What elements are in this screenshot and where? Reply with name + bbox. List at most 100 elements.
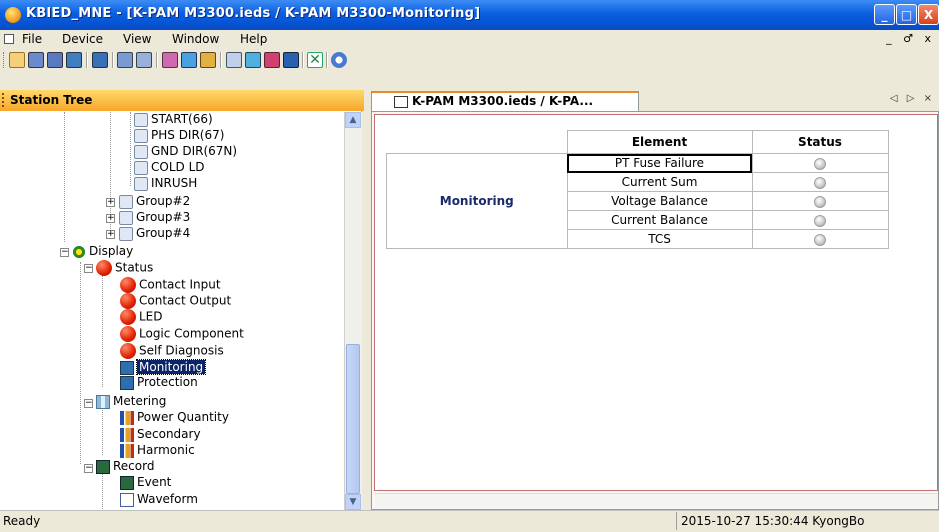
form-icon[interactable] [226,52,242,68]
tree-node-protection[interactable]: Protection [120,375,198,391]
read-icon[interactable] [162,52,178,68]
scroll-thumb[interactable] [346,344,360,494]
status-cell [751,191,889,211]
export-icon[interactable] [283,52,299,68]
tree-node-start[interactable]: START(66) [134,112,213,128]
station-tree-header: Station Tree [0,90,364,111]
red-circle-icon [120,293,136,309]
properties-icon[interactable] [66,52,82,68]
tree-node-logic-component[interactable]: Logic Component [120,326,244,342]
delete-icon[interactable]: ✕ [307,52,323,68]
element-cell[interactable]: PT Fuse Failure [566,153,753,173]
menu-view[interactable]: View [123,32,151,46]
group-label: Monitoring [386,153,568,249]
station-tree[interactable]: START(66) PHS DIR(67) GND DIR(67N) COLD … [0,112,344,510]
status-led-icon [814,157,826,170]
element-cell[interactable]: TCS [566,229,753,249]
title-bar: KBIED_MNE - [K-PAM M3300.ieds / K-PAM M3… [0,0,939,30]
menu-help[interactable]: Help [240,32,267,46]
wrench-icon [119,226,133,241]
tree-node-metering[interactable]: Metering [96,394,166,410]
tab-nav-controls[interactable]: ◁ ▷ × [890,93,935,104]
menu-file[interactable]: File [22,32,42,46]
monitoring-table: Element Status Monitoring PT Fuse Failur… [386,130,889,249]
tree-node-monitoring[interactable]: Monitoring [120,359,207,376]
tree-node-group4[interactable]: Group#4 [119,226,190,242]
tree-node-gnd-dir[interactable]: GND DIR(67N) [134,144,237,160]
tree-icon[interactable] [92,52,108,68]
tree-node-display[interactable]: Display [72,244,133,260]
close-button[interactable]: X [918,4,939,25]
event-icon [120,475,134,490]
status-cell [751,210,889,230]
save-all-icon[interactable] [47,52,63,68]
wrench-icon [119,210,133,225]
tab-monitoring[interactable]: K-PAM M3300.ieds / K-PA... [371,91,639,111]
bar-chart-icon [120,410,134,425]
column-header-element: Element [566,130,753,154]
tree-node-contact-output[interactable]: Contact Output [120,293,231,309]
tree-node-record[interactable]: Record [96,459,154,475]
tree-node-phs-dir[interactable]: PHS DIR(67) [134,128,224,144]
wrench-icon [134,112,148,127]
scroll-up-icon[interactable]: ▲ [345,112,361,128]
tree-node-group3[interactable]: Group#3 [119,210,190,226]
collapse-record-icon[interactable]: − [84,464,93,473]
tree-node-secondary[interactable]: Secondary [120,427,201,443]
red-circle-icon [120,277,136,293]
save-icon[interactable] [28,52,44,68]
red-circle-icon [120,343,136,359]
edit2-icon[interactable] [264,52,280,68]
red-circle-icon [120,326,136,342]
expand-group2-icon[interactable]: + [106,198,115,207]
status-text: Ready [3,514,41,528]
record-icon [96,459,110,474]
tab-bar: K-PAM M3300.ieds / K-PA... ◁ ▷ × [365,90,939,111]
red-circle-icon [96,260,112,276]
app-icon[interactable] [5,7,21,23]
status-led-icon [814,214,826,227]
scroll-down-icon[interactable]: ▼ [345,494,361,510]
write-icon[interactable] [181,52,197,68]
status-led-icon [814,195,826,208]
edit-icon[interactable] [245,52,261,68]
tree-scrollbar[interactable]: ▲ ▼ [344,112,362,510]
tree-node-inrush[interactable]: INRUSH [134,176,197,192]
mdi-controls[interactable]: _ ♂ x [886,32,935,45]
collapse-metering-icon[interactable]: − [84,399,93,408]
expand-group4-icon[interactable]: + [106,230,115,239]
tree-node-group2[interactable]: Group#2 [119,194,190,210]
minimize-button[interactable]: _ [874,4,895,25]
help-icon[interactable] [331,52,347,68]
tree-node-cold-ld[interactable]: COLD LD [134,160,205,176]
status-cell [751,153,889,173]
wrench-icon [134,176,148,191]
menu-window[interactable]: Window [172,32,219,46]
element-cell[interactable]: Current Sum [566,172,753,192]
connect-icon[interactable] [117,52,133,68]
table-icon[interactable] [200,52,216,68]
menu-device[interactable]: Device [62,32,103,46]
tree-node-led[interactable]: LED [120,309,163,325]
restore-button[interactable]: □ [896,4,917,25]
expand-group3-icon[interactable]: + [106,214,115,223]
tree-node-self-diagnosis[interactable]: Self Diagnosis [120,343,224,359]
tree-node-status[interactable]: Status [96,260,153,276]
bar-chart-icon [120,443,134,458]
toolbar: ✕ [0,49,939,71]
collapse-status-icon[interactable]: − [84,264,93,273]
menu-grip-icon [4,34,14,44]
element-cell[interactable]: Voltage Balance [566,191,753,211]
disconnect-icon[interactable] [136,52,152,68]
tree-node-harmonic[interactable]: Harmonic [120,443,195,459]
tree-node-contact-input[interactable]: Contact Input [120,277,221,293]
tree-node-event[interactable]: Event [120,475,171,491]
collapse-display-icon[interactable]: − [60,248,69,257]
toolbar-grip-icon [3,52,7,68]
tree-node-power-quantity[interactable]: Power Quantity [120,410,229,426]
new-icon[interactable] [9,52,25,68]
tree-node-waveform[interactable]: Waveform [120,492,198,508]
element-cell[interactable]: Current Balance [566,210,753,230]
wrench-icon [134,160,148,175]
horizontal-scrollbar[interactable] [375,493,938,508]
